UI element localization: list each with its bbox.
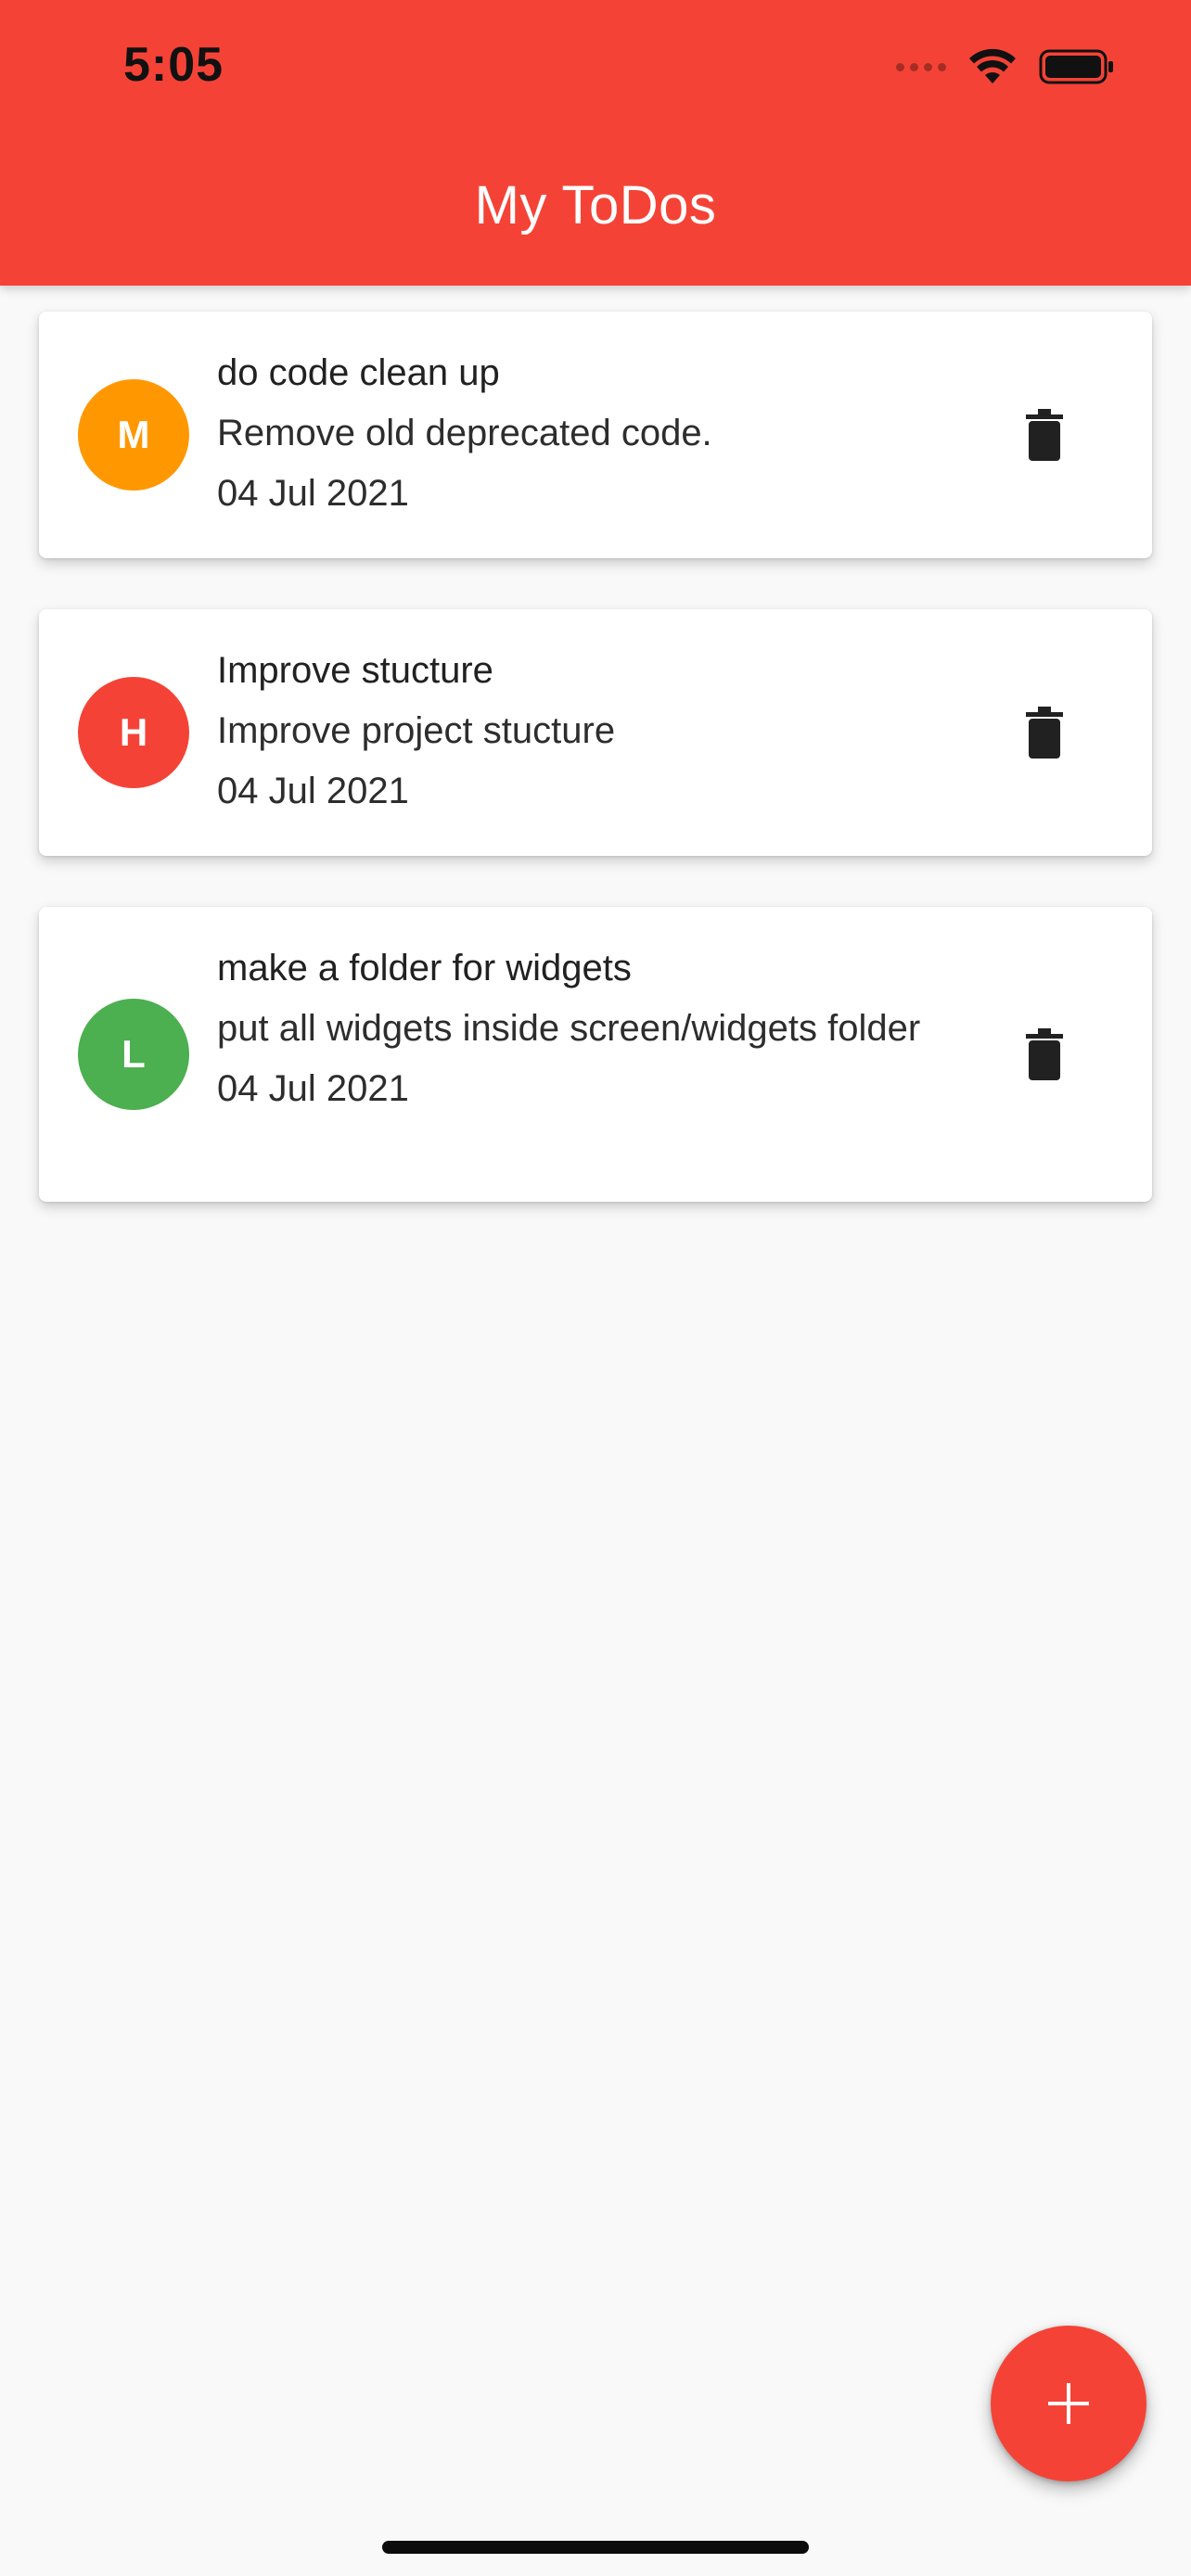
todo-card[interactable]: H Improve stucture Improve project stuct… bbox=[39, 609, 1152, 856]
home-indicator[interactable] bbox=[382, 2541, 809, 2554]
status-time: 5:05 bbox=[123, 38, 224, 92]
priority-avatar: H bbox=[78, 677, 189, 788]
todo-description: put all widgets inside screen/widgets fo… bbox=[217, 1008, 921, 1049]
plus-icon bbox=[1048, 2383, 1089, 2424]
priority-avatar: M bbox=[78, 379, 189, 491]
cellular-signal-icon bbox=[896, 62, 946, 71]
priority-avatar: L bbox=[78, 999, 189, 1110]
app-bar: 5:05 My ToDos bbox=[0, 0, 1191, 286]
todo-text: make a folder for widgets put all widget… bbox=[217, 944, 941, 1113]
todo-description: Improve project stucture bbox=[217, 710, 616, 751]
add-todo-button[interactable] bbox=[991, 2326, 1146, 2481]
todo-card[interactable]: L make a folder for widgets put all widg… bbox=[39, 907, 1152, 1202]
status-icons bbox=[896, 46, 1115, 87]
todo-text: Improve stucture Improve project stuctur… bbox=[217, 646, 978, 815]
battery-icon bbox=[1039, 49, 1113, 84]
todo-title: make a folder for widgets bbox=[217, 948, 632, 988]
todo-text: do code clean up Remove old deprecated c… bbox=[217, 349, 978, 517]
todo-title: Improve stucture bbox=[217, 650, 493, 691]
todo-date: 04 Jul 2021 bbox=[217, 473, 409, 514]
trash-icon bbox=[1026, 707, 1063, 759]
todo-card[interactable]: M do code clean up Remove old deprecated… bbox=[39, 312, 1152, 558]
delete-button[interactable] bbox=[1007, 695, 1082, 770]
page-title: My ToDos bbox=[474, 175, 717, 236]
todo-date: 04 Jul 2021 bbox=[217, 771, 409, 811]
todo-date: 04 Jul 2021 bbox=[217, 1068, 409, 1109]
trash-icon bbox=[1026, 1028, 1063, 1080]
todo-description: Remove old deprecated code. bbox=[217, 413, 712, 453]
trash-icon bbox=[1026, 409, 1063, 461]
todo-title: do code clean up bbox=[217, 352, 500, 393]
delete-button[interactable] bbox=[1007, 1017, 1082, 1091]
delete-button[interactable] bbox=[1007, 398, 1082, 472]
wifi-icon bbox=[969, 48, 1016, 83]
